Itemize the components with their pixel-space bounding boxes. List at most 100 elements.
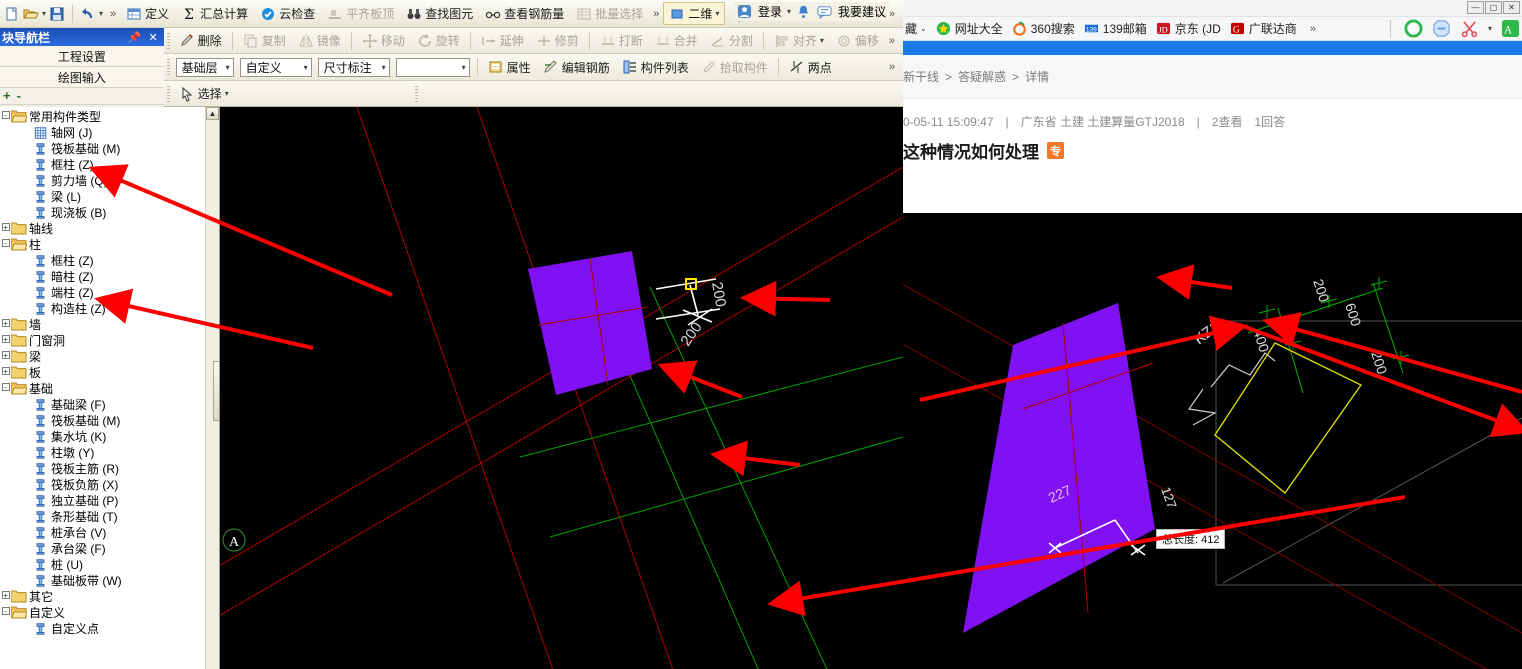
chevron-down-icon[interactable]: ▾ [820,36,824,45]
toolbar-button-define[interactable]: 定义 [120,2,175,25]
toolbar-button-view-rebar-qty[interactable]: 查看钢筋量 [479,2,570,25]
chevron-down-icon[interactable]: ▾ [787,7,791,16]
breadcrumb-item-1[interactable]: 答疑解惑 [958,68,1006,85]
green-circle-icon[interactable] [1404,19,1423,38]
tree-item[interactable]: 桩承台 (V) [0,524,205,540]
cad-canvas-left[interactable]: 200 200 A Y 200 200 A [220,107,903,669]
tree-item[interactable]: 柱墩 (Y) [0,444,205,460]
scissors-dropdown-caret[interactable]: ▾ [1488,24,1492,33]
toolbar-grip[interactable] [166,59,170,75]
main-toolbar-overflow[interactable]: » [649,8,663,20]
tree-item[interactable]: + 其它 [0,588,205,604]
prop-button-two-point[interactable]: 两点 [783,56,838,79]
nav-section-project-settings[interactable]: 工程设置 [0,46,164,67]
combo-name[interactable]: ▾ [395,57,470,77]
edit-button-align[interactable]: 对齐 ▾ [768,29,830,52]
edit-button-offset[interactable]: 偏移 [830,29,885,52]
cad-canvas-right[interactable]: 227 127 200 400 600 200 KZ1 总长度: 412 [903,213,1522,669]
open-dropdown-caret[interactable]: ▾ [42,9,46,18]
blue-minus-icon[interactable] [1432,19,1451,38]
login-button[interactable]: 登录 [758,3,782,20]
undo-icon[interactable] [80,6,96,22]
tree-scrollbar[interactable]: ▲ [205,107,219,669]
tree-item[interactable]: 轴网 (J) [0,124,205,140]
tree-item[interactable]: 框柱 (Z) [0,252,205,268]
tree-item[interactable]: - 常用构件类型 [0,108,205,124]
edit-button-merge[interactable]: 合并 [649,29,704,52]
bookmark-favorites[interactable]: 藏 ⌄ [905,20,927,37]
tree-item[interactable]: 梁 (L) [0,188,205,204]
expand-all-button[interactable]: + [3,89,11,102]
quick-access-overflow[interactable]: » [106,8,120,20]
tree-item[interactable]: 筏板负筋 (X) [0,476,205,492]
tree-item[interactable]: - 基础 [0,380,205,396]
tree-item[interactable]: 集水坑 (K) [0,428,205,444]
breadcrumb-item-0[interactable]: 新干线 [903,68,939,85]
edit-button-trim[interactable]: 修剪 [530,29,585,52]
tree-item[interactable]: 独立基础 (P) [0,492,205,508]
tree-item[interactable]: 端柱 (Z) [0,284,205,300]
window-minimize-button[interactable]: — [1467,1,1484,14]
tree-item[interactable]: 桩 (U) [0,556,205,572]
tree-item[interactable]: 框柱 (Z) [0,156,205,172]
suggest-button[interactable]: 我要建议 [838,3,886,20]
edit-button-extend[interactable]: 延伸 [475,29,530,52]
close-icon[interactable]: ✕ [148,31,157,44]
edit-toolbar-overflow[interactable]: » [885,35,899,47]
edit-button-delete[interactable]: 删除 [173,29,228,52]
window-close-button[interactable]: ✕ [1503,1,1520,14]
tree-item[interactable]: 暗柱 (Z) [0,268,205,284]
bookmark-139-mail[interactable]: 139 139邮箱 [1084,20,1147,37]
edit-button-move[interactable]: 移动 [356,29,411,52]
tree-item[interactable]: 剪力墙 (Q) [0,172,205,188]
tree-item[interactable]: 基础板带 (W) [0,572,205,588]
toolbar-grip[interactable] [166,85,170,102]
toolbar-grip[interactable] [166,32,170,49]
tree-item[interactable]: 基础梁 (F) [0,396,205,412]
chevron-down-icon[interactable]: ⌄ [920,24,927,33]
tree-expander[interactable]: - [0,239,11,249]
chevron-down-icon[interactable]: ▾ [226,63,230,72]
tree-item[interactable]: 筏板主筋 (R) [0,460,205,476]
prop-button-pick-component[interactable]: 拾取构件 [695,56,774,79]
tree-item[interactable]: -柱 [0,236,205,252]
tree-expander[interactable]: + [0,591,11,601]
prop-button-properties[interactable]: 属性 [482,56,537,79]
new-icon[interactable] [4,6,20,22]
tree-expander[interactable]: - [0,111,11,121]
prop-button-component-list[interactable]: 构件列表 [616,56,695,79]
scissors-icon[interactable] [1460,19,1479,38]
window-maximize-button[interactable]: ▢ [1485,1,1502,14]
pin-icon[interactable]: 📌 [128,31,142,44]
component-tree[interactable]: - 常用构件类型 轴网 (J) 筏板基础 (M) 框柱 (Z) 剪力墙 (Q) 梁 (L) 现… [0,107,205,669]
toolbar-button-cloud-check[interactable]: 云检查 [254,2,321,25]
tree-item[interactable]: 条形基础 (T) [0,508,205,524]
combo-dimension[interactable]: 尺寸标注 ▾ [317,57,390,77]
nav-section-draw-input[interactable]: 绘图输入 [0,67,164,88]
tree-item[interactable]: + 门窗洞 [0,332,205,348]
combo-component-type[interactable]: 自定义 ▾ [239,57,312,77]
combo-floor[interactable]: 基础层 ▾ [175,57,234,77]
edit-button-copy[interactable]: 复制 [237,29,292,52]
tree-expander[interactable]: + [0,223,11,233]
tree-expander[interactable]: - [0,607,11,617]
property-toolbar-overflow[interactable]: » [885,61,899,73]
chevron-down-icon[interactable]: ▾ [225,89,229,98]
translate-icon[interactable]: A [1501,19,1520,38]
tree-item[interactable]: + 墙 [0,316,205,332]
toolbar-button-align-slab-top[interactable]: 平齐板顶 [321,2,400,25]
chevron-down-icon[interactable]: ▾ [304,63,308,72]
tree-item[interactable]: 现浇板 (B) [0,204,205,220]
bookmark-jd[interactable]: JD 京东 (JD [1156,20,1221,37]
toolbar-button-batch-select[interactable]: 批量选择 [570,2,649,25]
prop-button-edit-rebar[interactable]: 编辑钢筋 [537,56,616,79]
edit-button-rotate[interactable]: 旋转 [411,29,466,52]
tree-item[interactable]: 筏板基础 (M) [0,412,205,428]
tree-expander[interactable]: - [0,383,11,393]
toolbar-grip-2[interactable] [414,85,418,102]
scroll-thumb[interactable] [212,361,219,421]
scroll-up-button[interactable]: ▲ [206,107,219,120]
tree-item[interactable]: + 轴线 [0,220,205,236]
tree-item[interactable]: + 梁 [0,348,205,364]
tree-expander[interactable]: + [0,319,11,329]
